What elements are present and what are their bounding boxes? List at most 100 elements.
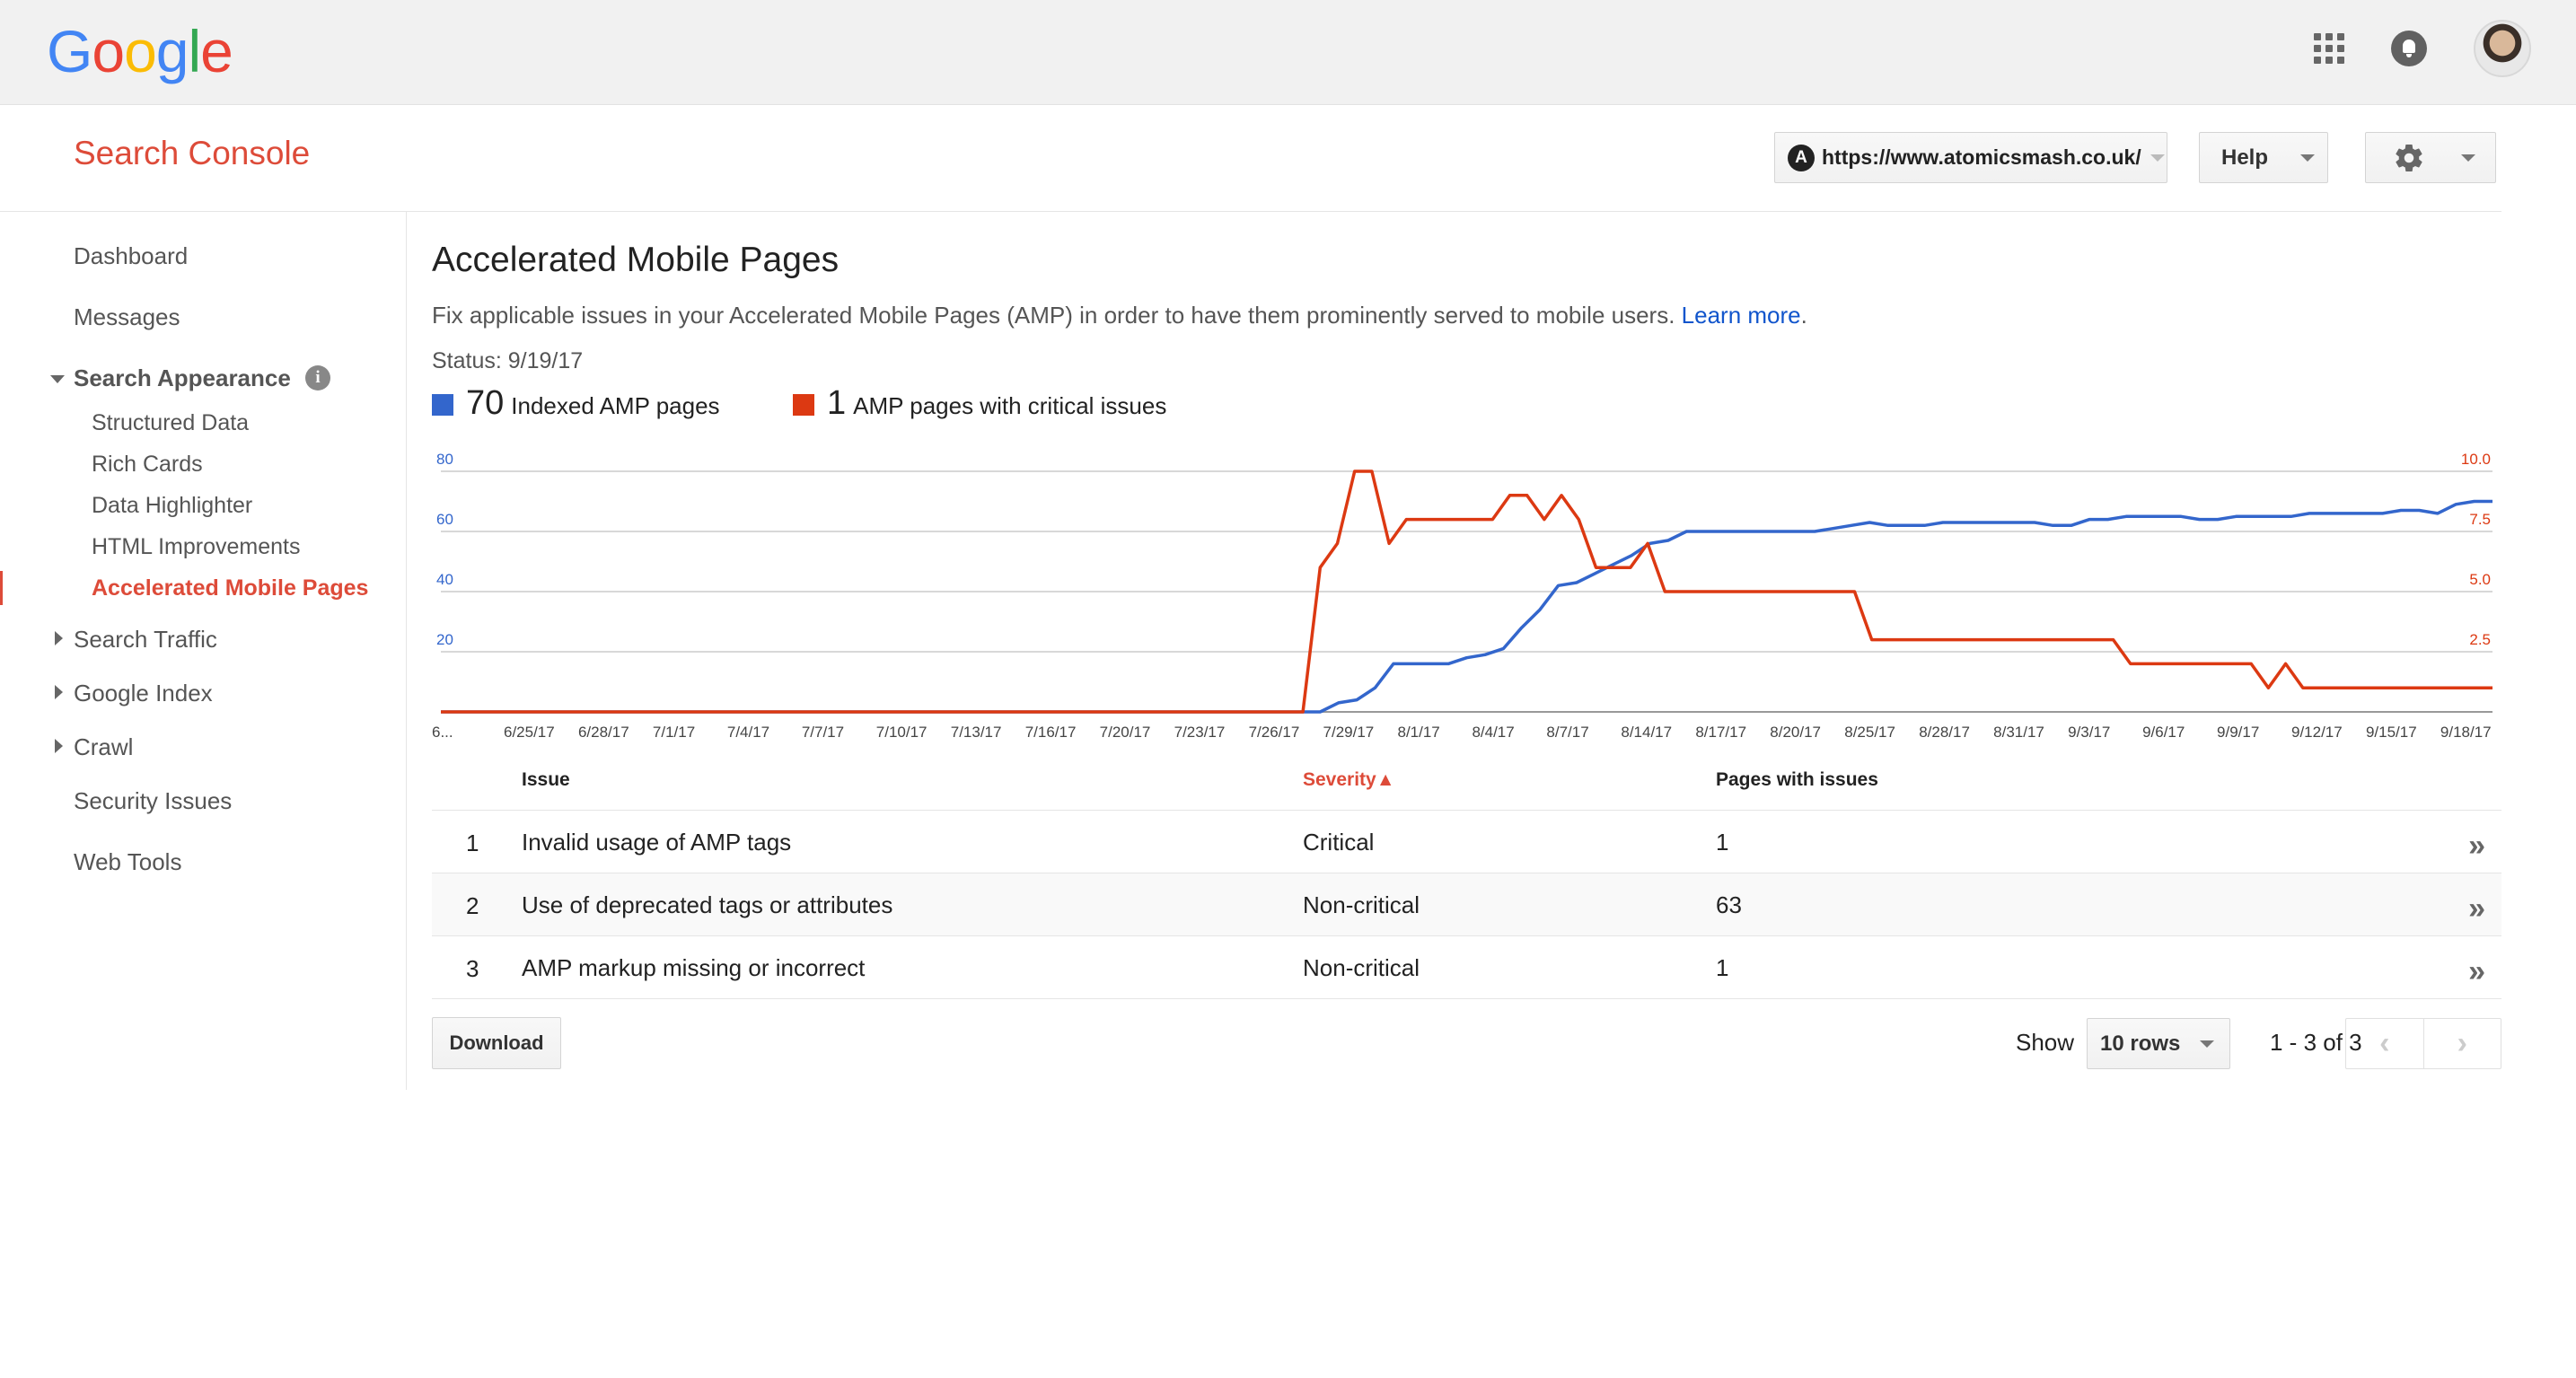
double-chevron-right-icon[interactable]: » [2468,829,2485,864]
pages-count: 63 [1716,891,1742,918]
sidebar-item-html-improvements[interactable]: HTML Improvements [92,534,300,560]
legend-value: 70 [466,384,505,422]
sidebar-item-structured-data[interactable]: Structured Data [92,410,249,436]
top-icons [2314,20,2531,77]
legend-critical[interactable]: 1 AMP pages with critical issues [793,384,1166,423]
show-label: Show [2016,1029,2075,1056]
account-avatar[interactable] [2474,20,2531,77]
legend-label: AMP pages with critical issues [853,392,1167,419]
sidebar-item-web-tools[interactable]: Web Tools [74,848,181,876]
notifications-bell-icon[interactable] [2391,31,2427,66]
x-axis-tick-label: 8/28/17 [1919,724,1970,741]
x-axis-tick-label: 9/18/17 [2440,724,2492,741]
help-button[interactable]: Help [2199,132,2328,183]
apps-grid-icon[interactable] [2314,33,2344,64]
sidebar-item-rich-cards[interactable]: Rich Cards [92,452,203,478]
sidebar-item-amp[interactable]: Accelerated Mobile Pages [92,575,368,601]
collapsed-triangle-icon[interactable] [55,739,63,753]
page-description: Fix applicable issues in your Accelerate… [432,302,1807,329]
sidebar-item-dashboard[interactable]: Dashboard [74,242,188,270]
gear-icon [2396,144,2422,171]
x-axis-tick-label: 8/14/17 [1621,724,1672,741]
y-axis-tick-label-right: 5.0 [2469,571,2491,588]
x-axis-tick-label: 6... [432,724,453,741]
description-text: Fix applicable issues in your Accelerate… [432,302,1675,329]
x-axis-tick-label: 9/3/17 [2068,724,2110,741]
logo-letter: e [200,18,233,84]
x-axis-tick-label: 7/26/17 [1249,724,1300,741]
chevron-down-icon [2300,154,2316,162]
table-row[interactable]: 1 Invalid usage of AMP tags Critical 1 » [432,811,2501,873]
logo-letter: l [188,18,202,84]
column-header-severity[interactable]: Severity▲ [1303,769,1395,791]
sidebar-item-data-highlighter[interactable]: Data Highlighter [92,493,252,519]
sidebar-item-messages[interactable]: Messages [74,303,180,331]
sidebar-item-search-appearance[interactable]: Search Appearance [74,364,291,392]
x-axis-tick-label: 7/4/17 [727,724,769,741]
sidebar-item-google-index[interactable]: Google Index [74,680,213,707]
row-number: 1 [466,829,479,856]
pages-count: 1 [1716,829,1729,856]
x-axis-tick-label: 7/23/17 [1174,724,1226,741]
collapsed-triangle-icon[interactable] [55,685,63,699]
severity-value: Non-critical [1303,891,1420,918]
x-axis-tick-label: 9/6/17 [2142,724,2185,741]
property-selector[interactable]: A https://www.atomicsmash.co.uk/ [1774,132,2167,183]
amp-trend-chart[interactable]: 80 60 40 20 10.0 7.5 5.0 2.5 6... 6/25/17 6/28/17 7… [432,453,2501,750]
y-axis-tick-label-right: 7.5 [2469,511,2491,528]
legend-label: Indexed AMP pages [511,392,720,419]
x-axis-tick-label: 8/1/17 [1398,724,1440,741]
double-chevron-right-icon[interactable]: » [2468,954,2485,989]
double-chevron-right-icon[interactable]: » [2468,891,2485,926]
x-axis-tick-label: 7/29/17 [1323,724,1375,741]
page-title: Accelerated Mobile Pages [432,241,840,279]
settings-button[interactable] [2365,132,2496,183]
column-header-issue[interactable]: Issue [522,769,570,791]
next-page-button[interactable]: › [2424,1019,2501,1068]
legend-swatch [793,394,814,416]
info-icon[interactable]: i [305,365,330,391]
x-axis-tick-label: 8/4/17 [1472,724,1514,741]
rows-per-page-select[interactable]: 10 rows [2087,1018,2230,1069]
y-axis-tick-label-left: 60 [436,511,453,528]
legend-indexed[interactable]: 70 Indexed AMP pages [432,384,720,423]
x-axis-tick-label: 8/17/17 [1695,724,1746,741]
header-divider [0,211,2501,212]
learn-more-link[interactable]: Learn more [1682,302,1801,329]
y-axis-tick-label-left: 20 [436,631,453,648]
x-axis-tick-label: 9/12/17 [2291,724,2343,741]
sidebar-item-crawl[interactable]: Crawl [74,733,133,761]
x-axis-tick-label: 9/15/17 [2366,724,2417,741]
chevron-down-icon [2461,154,2475,162]
severity-value: Non-critical [1303,954,1420,981]
series-line-indexed [441,499,2492,714]
issue-name: Use of deprecated tags or attributes [522,891,893,918]
column-header-pages[interactable]: Pages with issues [1716,769,1878,791]
logo-letter: o [92,18,125,84]
table-header: Issue Severity▲ Pages with issues [432,750,2501,811]
x-axis-tick-label: 8/7/17 [1546,724,1588,741]
logo-letter: o [124,18,157,84]
row-number: 2 [466,892,479,919]
prev-page-button[interactable]: ‹ [2346,1019,2424,1068]
property-url: https://www.atomicsmash.co.uk/ [1822,145,2141,169]
x-axis-tick-label: 7/13/17 [951,724,1002,741]
logo-letter: g [155,18,189,84]
x-axis-tick-label: 7/10/17 [876,724,928,741]
issue-name: AMP markup missing or incorrect [522,954,866,981]
x-axis-tick-label: 7/16/17 [1025,724,1077,741]
active-indicator [0,571,3,605]
expanded-triangle-icon[interactable] [50,375,65,383]
severity-value: Critical [1303,829,1375,856]
sidebar-item-security-issues[interactable]: Security Issues [74,787,232,815]
table-row[interactable]: 3 AMP markup missing or incorrect Non-cr… [432,936,2501,999]
y-axis-tick-label-left: 40 [436,571,453,588]
google-logo[interactable]: Google [47,18,233,84]
x-axis-tick-label: 6/25/17 [504,724,555,741]
table-row[interactable]: 2 Use of deprecated tags or attributes N… [432,873,2501,936]
search-console-title[interactable]: Search Console [74,135,310,172]
collapsed-triangle-icon[interactable] [55,631,63,645]
sidebar-item-search-traffic[interactable]: Search Traffic [74,626,217,654]
download-button[interactable]: Download [432,1017,561,1069]
y-axis-tick-label-right: 10.0 [2461,453,2491,468]
